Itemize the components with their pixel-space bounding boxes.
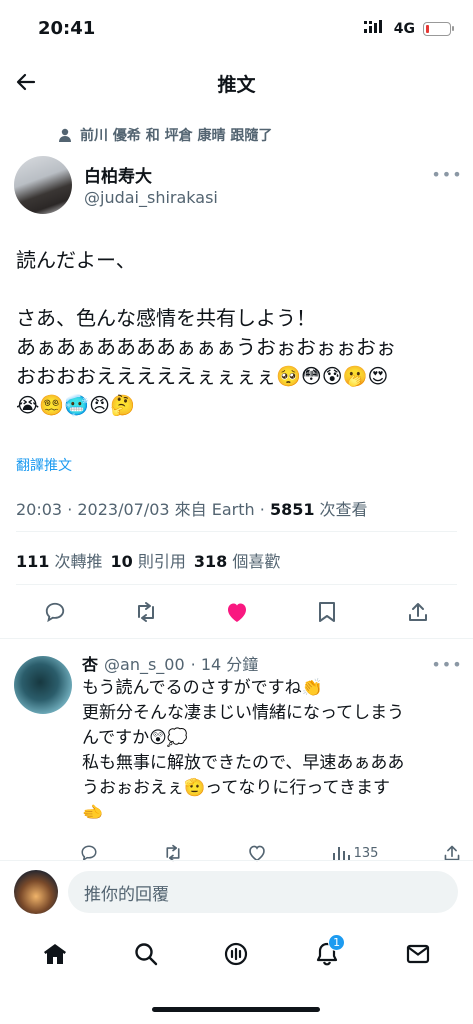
bookmark-button[interactable] (313, 598, 341, 626)
divider (0, 860, 473, 861)
search-icon (135, 943, 158, 966)
reply-icon (45, 602, 65, 623)
reply-more-options-icon[interactable]: ••• (431, 654, 461, 674)
author-name[interactable]: 白柏寿大 (84, 162, 152, 187)
views-chart-icon (332, 847, 350, 861)
tweet-datetime: 20:03 · 2023/07/03 來自 Earth · (16, 500, 270, 519)
tab-messages[interactable] (400, 936, 436, 972)
quote-count: 10 (110, 552, 133, 571)
like-count: 318 (193, 552, 228, 571)
reply-views[interactable]: 135 (332, 845, 379, 861)
battery-icon (423, 22, 454, 36)
reply-view-count: 135 (353, 845, 379, 861)
page-title: 推文 (217, 74, 256, 96)
divider (0, 638, 473, 639)
view-count: 5851 (269, 500, 315, 519)
quote-label: 則引用 (137, 552, 186, 571)
like-button[interactable] (223, 598, 251, 626)
divider (16, 531, 457, 532)
tab-search[interactable] (128, 936, 164, 972)
retweet-label: 次轉推 (54, 552, 103, 571)
my-avatar[interactable] (14, 870, 58, 914)
tweet-text: 読んだよー、 さあ、色んな感情を共有しよう！ あぁあぁああああぁぁぁうおぉおぉぉ… (16, 248, 396, 417)
home-icon (44, 944, 67, 964)
retweet-button[interactable] (132, 598, 160, 626)
reply-input[interactable]: 推你的回覆 (68, 871, 458, 913)
share-button[interactable] (404, 598, 432, 626)
tweet-meta: 20:03 · 2023/07/03 來自 Earth · 5851 次查看 (16, 496, 368, 520)
heart-filled-icon (227, 603, 246, 622)
home-indicator (152, 1007, 320, 1012)
social-context[interactable]: 前川 優希 和 坪倉 康晴 跟隨了 (58, 125, 272, 145)
social-context-text: 前川 優希 和 坪倉 康晴 跟隨了 (80, 128, 273, 144)
author-handle[interactable]: @judai_shirakasi (84, 188, 218, 207)
share-icon (409, 603, 427, 621)
tweet-actions (16, 596, 457, 628)
battery-level (426, 25, 429, 33)
reply-author-name[interactable]: 杏 (82, 651, 98, 675)
mail-icon (406, 944, 429, 964)
status-time: 20:41 (38, 18, 96, 39)
more-options-icon[interactable]: ••• (431, 164, 461, 184)
bookmark-icon (319, 602, 336, 622)
tab-spaces[interactable] (218, 936, 254, 972)
retweet-icon (137, 602, 154, 622)
microphone-spaces-icon (225, 942, 248, 966)
tab-notifications[interactable]: 1 (309, 934, 346, 972)
reply-time: · 14 分鐘 (190, 655, 259, 674)
reply-text: もう読んでるのさすがですね👏 更新分そんな凄まじい情緒になってしまう んですか😲… (82, 678, 405, 823)
tab-home[interactable] (37, 936, 73, 972)
divider (16, 584, 457, 585)
retweet-count: 111 (16, 552, 50, 571)
signal-icon (363, 20, 386, 38)
engagement-stats: 111 次轉推 10 則引用 318 個喜歡 (16, 548, 280, 572)
reply-header: 杏 @an_s_00 · 14 分鐘 (82, 651, 258, 675)
like-label: 個喜歡 (232, 552, 281, 571)
translate-link[interactable]: 翻譯推文 (16, 455, 72, 475)
quote-stat[interactable]: 10 則引用 (111, 548, 186, 572)
like-stat[interactable]: 318 個喜歡 (194, 548, 281, 572)
bottom-tab-bar: 1 (0, 934, 473, 974)
reply-author-handle[interactable]: @an_s_00 (104, 655, 185, 674)
reply-avatar[interactable] (14, 656, 72, 714)
author-avatar[interactable] (14, 156, 72, 214)
view-label: 次查看 (314, 500, 368, 519)
person-icon (59, 128, 71, 142)
network-label: 4G (393, 21, 415, 37)
reply-actions: 135 (80, 841, 461, 865)
status-indicators: 4G (363, 20, 454, 38)
reply-button[interactable] (41, 598, 69, 626)
notification-badge: 1 (328, 934, 346, 951)
retweet-stat[interactable]: 111 次轉推 (16, 548, 103, 572)
